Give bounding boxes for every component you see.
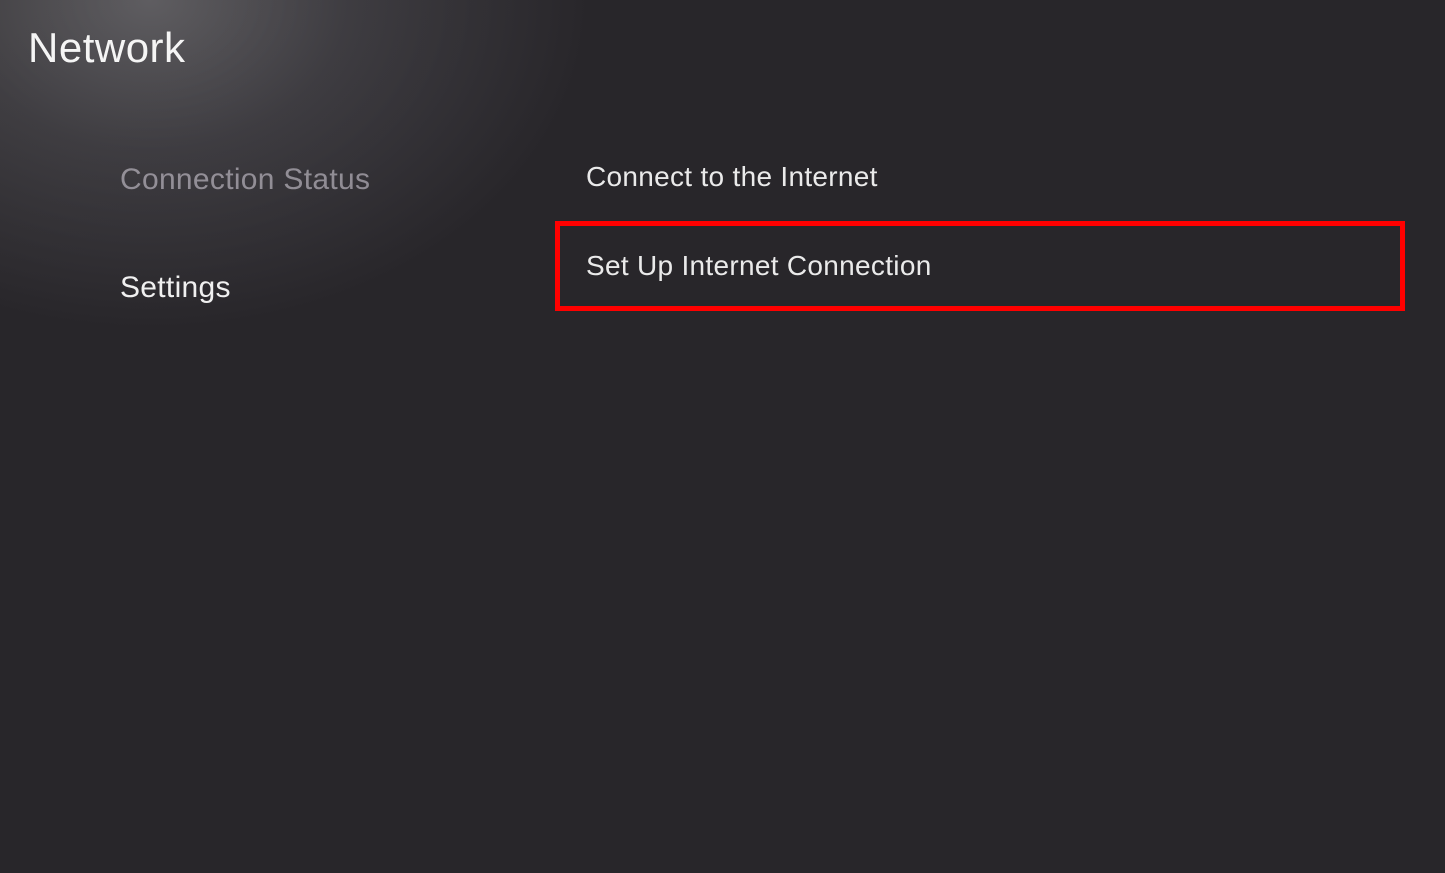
menu-item-connect-to-internet[interactable]: Connect to the Internet — [560, 145, 1400, 221]
menu-item-setup-internet-connection[interactable]: Set Up Internet Connection — [555, 221, 1405, 311]
content-area: Connection Status Settings Connect to th… — [0, 145, 1445, 361]
main-panel: Connect to the Internet Set Up Internet … — [560, 145, 1445, 361]
page-title: Network — [28, 24, 186, 72]
sidebar-item-settings[interactable]: Settings — [120, 253, 560, 323]
sidebar-item-connection-status[interactable]: Connection Status — [120, 145, 560, 215]
sidebar: Connection Status Settings — [0, 145, 560, 361]
